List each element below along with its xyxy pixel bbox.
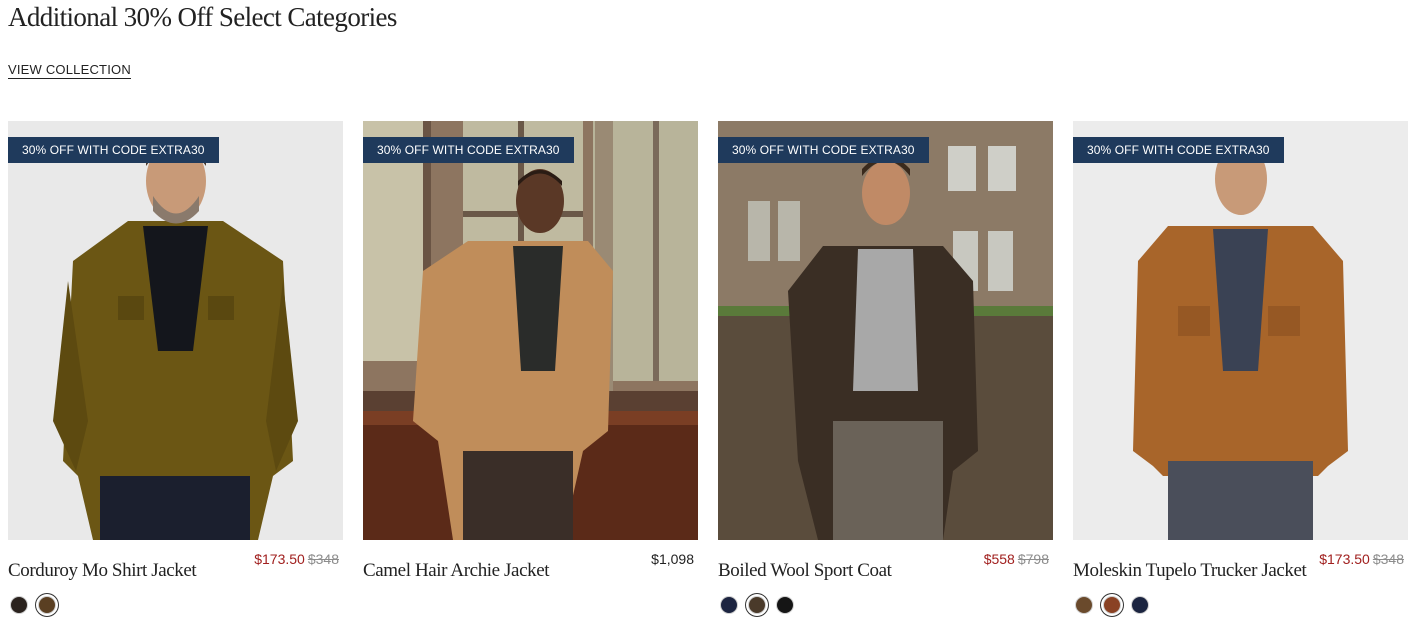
product-photo: [363, 121, 698, 540]
product-photo: [1073, 121, 1408, 540]
product-card: 30% OFF WITH CODE EXTRA30 Moleskin Tupel…: [1073, 121, 1408, 618]
promo-badge: 30% OFF WITH CODE EXTRA30: [8, 137, 219, 163]
color-swatch[interactable]: [720, 596, 738, 614]
product-price: $1,098: [651, 551, 694, 567]
section-title: Additional 30% Off Select Categories: [8, 2, 397, 32]
color-swatch[interactable]: [1075, 596, 1093, 614]
product-card: 30% OFF WITH CODE EXTRA30 Camel Hair Arc…: [363, 121, 698, 618]
color-swatches: [1075, 596, 1149, 614]
product-price: $173.50 $348: [254, 551, 339, 567]
product-name[interactable]: Corduroy Mo Shirt Jacket: [8, 560, 197, 582]
product-name[interactable]: Camel Hair Archie Jacket: [363, 560, 550, 582]
original-price: $348: [1372, 551, 1404, 567]
original-price: $798: [1017, 551, 1049, 567]
product-photo: [8, 121, 343, 540]
original-price: $348: [307, 551, 339, 567]
color-swatch[interactable]: [1103, 596, 1121, 614]
promo-badge: 30% OFF WITH CODE EXTRA30: [718, 137, 929, 163]
product-name[interactable]: Boiled Wool Sport Coat: [718, 560, 892, 582]
product-card: 30% OFF WITH CODE EXTRA30 Corduroy Mo Sh…: [8, 121, 343, 618]
view-collection-link[interactable]: VIEW COLLECTION: [8, 62, 131, 79]
product-photo: [718, 121, 1053, 540]
product-image-boiled-wool-sport-coat[interactable]: 30% OFF WITH CODE EXTRA30: [718, 121, 1053, 540]
color-swatch[interactable]: [10, 596, 28, 614]
sale-price: $173.50: [1319, 551, 1370, 567]
color-swatches: [720, 596, 794, 614]
product-image-camel-hair-archie-jacket[interactable]: 30% OFF WITH CODE EXTRA30: [363, 121, 698, 540]
color-swatches: [10, 596, 56, 614]
promo-badge: 30% OFF WITH CODE EXTRA30: [1073, 137, 1284, 163]
promo-badge: 30% OFF WITH CODE EXTRA30: [363, 137, 574, 163]
product-card: 30% OFF WITH CODE EXTRA30 Boiled Wool Sp…: [718, 121, 1053, 618]
regular-price: $1,098: [651, 551, 694, 567]
product-price: $173.50 $348: [1319, 551, 1404, 567]
color-swatch[interactable]: [748, 596, 766, 614]
product-image-corduroy-mo-shirt-jacket[interactable]: 30% OFF WITH CODE EXTRA30: [8, 121, 343, 540]
sale-price: $558: [983, 551, 1015, 567]
color-swatch[interactable]: [38, 596, 56, 614]
product-image-moleskin-tupelo-trucker-jacket[interactable]: 30% OFF WITH CODE EXTRA30: [1073, 121, 1408, 540]
product-name[interactable]: Moleskin Tupelo Trucker Jacket: [1073, 560, 1307, 582]
product-grid: 30% OFF WITH CODE EXTRA30 Corduroy Mo Sh…: [8, 121, 1408, 618]
color-swatch[interactable]: [1131, 596, 1149, 614]
color-swatch[interactable]: [776, 596, 794, 614]
product-price: $558 $798: [984, 551, 1049, 567]
sale-price: $173.50: [254, 551, 305, 567]
